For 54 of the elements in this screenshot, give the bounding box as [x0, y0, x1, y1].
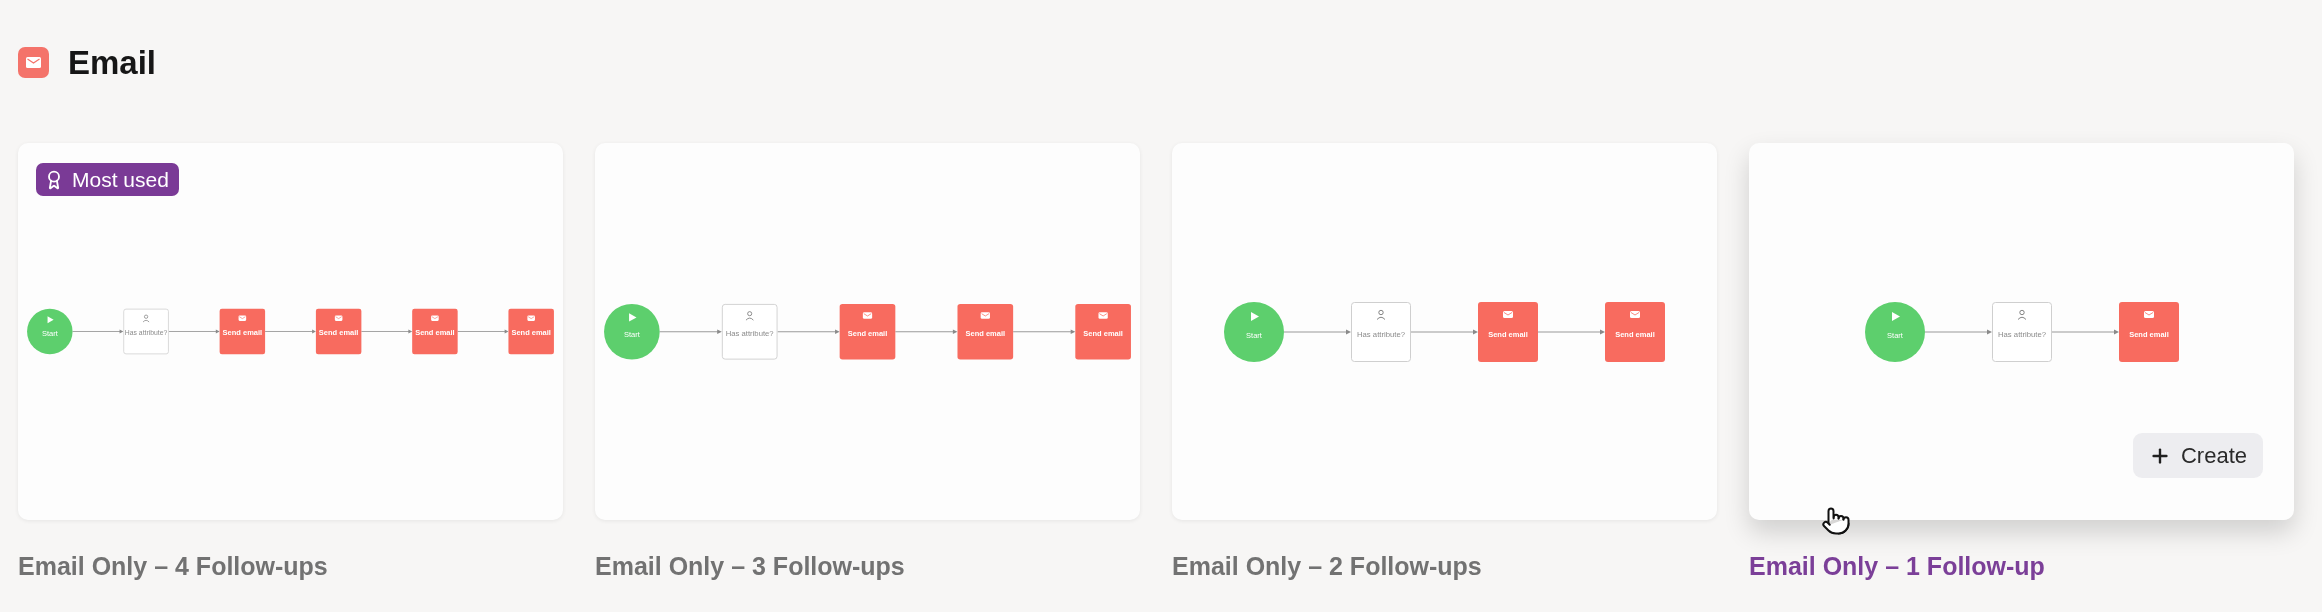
- envelope-icon: [238, 315, 247, 321]
- envelope-icon: [431, 315, 439, 321]
- connector-arrow: [360, 329, 413, 334]
- template-card[interactable]: Start Has attribute? Send email Send email Send email: [595, 143, 1140, 520]
- create-button[interactable]: Create: [2132, 433, 2263, 478]
- node-label: Send email: [511, 328, 551, 338]
- envelope-icon: [334, 315, 343, 321]
- envelope-icon: [980, 312, 990, 319]
- email-icon: [18, 47, 49, 78]
- connector-arrow: [1283, 329, 1351, 334]
- connector-arrow: [894, 329, 958, 334]
- connector-arrow: [659, 329, 722, 334]
- connector-arrow: [168, 329, 220, 334]
- play-icon: [47, 316, 54, 324]
- play-icon: [1891, 311, 1900, 321]
- person-icon: [142, 314, 150, 323]
- connector-arrow: [264, 329, 316, 334]
- template-title[interactable]: Email Only – 3 Follow-ups: [595, 551, 1140, 581]
- play-icon: [629, 312, 637, 322]
- template-title[interactable]: Email Only – 2 Follow-ups: [1172, 551, 1717, 581]
- connector-arrow: [1012, 329, 1076, 334]
- connector-arrow: [1923, 329, 1992, 334]
- play-icon: [1251, 311, 1259, 321]
- template-title[interactable]: Email Only – 4 Follow-ups: [18, 551, 563, 581]
- envelope-icon: [1503, 310, 1513, 318]
- node-label: Start: [41, 329, 58, 339]
- node-label: Has attribute?: [725, 329, 773, 339]
- envelope-icon: [527, 315, 535, 321]
- node-label: Send email: [965, 329, 1006, 339]
- envelope-icon: [2143, 310, 2154, 318]
- template-title[interactable]: Email Only – 1 Follow-up: [1749, 551, 2294, 581]
- person-icon: [2017, 309, 2026, 320]
- connector-arrow: [72, 329, 124, 334]
- envelope-icon: [862, 312, 873, 319]
- envelope-icon: [1098, 312, 1108, 319]
- template-card[interactable]: Most used Start Has attribute? Send email Send email Send email Send email: [18, 143, 563, 520]
- connector-arrow: [457, 329, 509, 334]
- node-label: Send email: [222, 328, 263, 338]
- node-label: Start: [623, 330, 640, 340]
- node-label: Send email: [415, 328, 455, 338]
- connector-arrow: [2050, 329, 2119, 334]
- person-icon: [1376, 309, 1386, 320]
- hand-cursor-icon: [1821, 506, 1851, 536]
- connector-arrow: [776, 329, 840, 334]
- person-icon: [745, 310, 754, 321]
- connector-arrow: [1410, 329, 1478, 334]
- node-label: Send email: [847, 329, 888, 339]
- node-label: Send email: [318, 328, 359, 338]
- envelope-icon: [1630, 310, 1640, 318]
- node-label: Has attribute?: [124, 328, 172, 338]
- connector-arrow: [1537, 329, 1605, 334]
- badge-label: Most used: [72, 169, 169, 190]
- section-title: Email: [68, 46, 157, 79]
- node-label: Send email: [1083, 329, 1123, 339]
